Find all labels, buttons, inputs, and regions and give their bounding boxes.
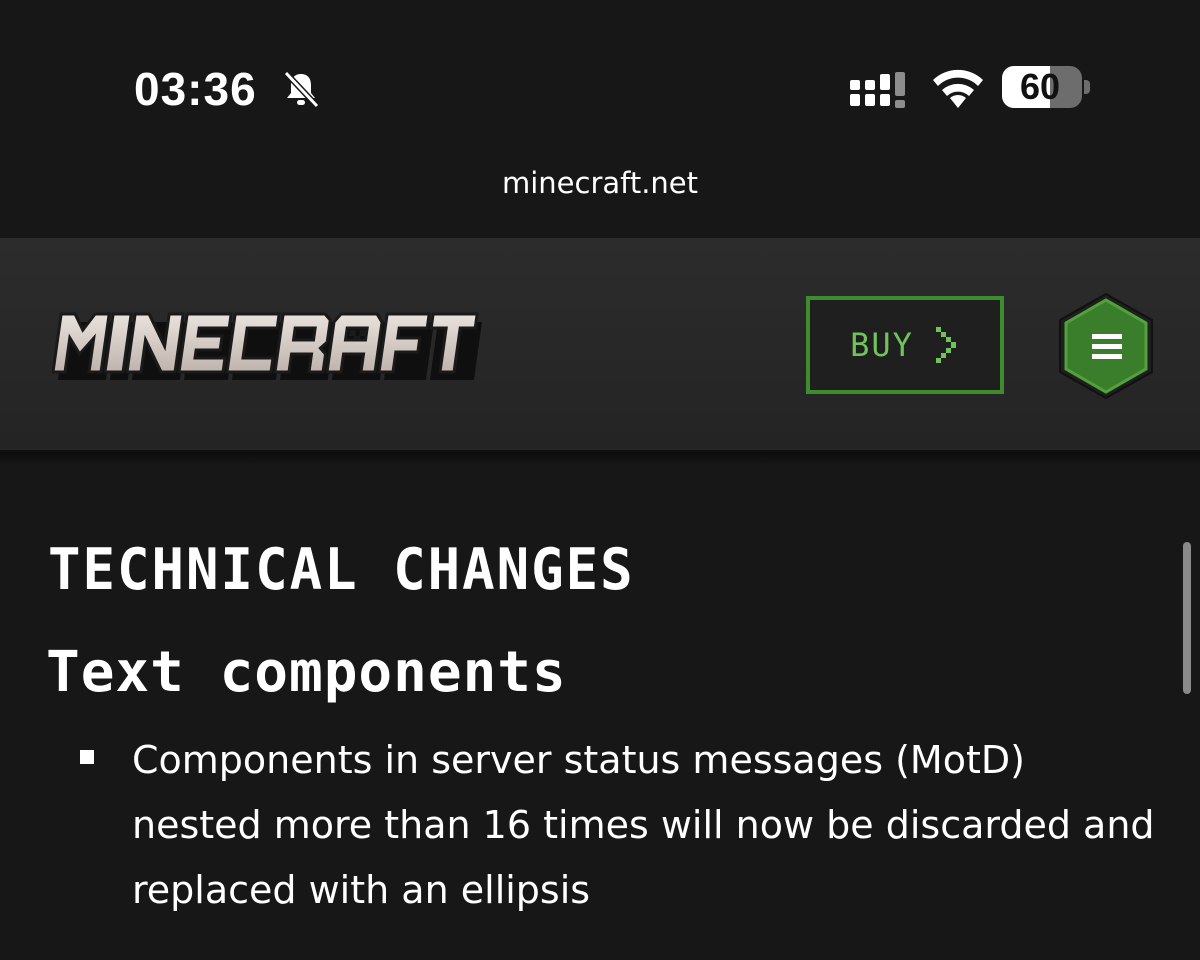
section-heading: TECHNICAL CHANGES xyxy=(48,536,635,603)
list-item: Components in server status messages (Mo… xyxy=(80,728,1160,923)
battery-cap xyxy=(1084,80,1090,94)
sub-heading: Text components xyxy=(46,640,567,705)
scrollbar[interactable] xyxy=(1183,542,1191,694)
battery-icon: 60 xyxy=(1002,66,1082,108)
menu-button[interactable] xyxy=(1056,290,1156,402)
bell-muted-icon xyxy=(283,70,320,109)
clock-time: 03:36 xyxy=(134,63,257,115)
chevron-right-icon xyxy=(935,327,956,363)
status-bar: 03:36 60 xyxy=(0,0,1200,150)
bullet-marker xyxy=(80,750,94,764)
minecraft-logo[interactable] xyxy=(52,304,502,386)
wifi-icon xyxy=(933,69,983,108)
url-bar[interactable]: minecraft.net xyxy=(0,166,1200,200)
battery-level: 60 xyxy=(1019,66,1061,107)
hamburger-icon xyxy=(1092,334,1122,359)
header-divider xyxy=(0,452,1200,466)
buy-button[interactable]: BUY xyxy=(806,296,1004,394)
list-item-text: Components in server status messages (Mo… xyxy=(132,738,1155,912)
bullet-list: Components in server status messages (Mo… xyxy=(80,728,1160,923)
buy-button-label: BUY xyxy=(850,326,914,364)
cellular-signal-icon xyxy=(850,72,905,108)
